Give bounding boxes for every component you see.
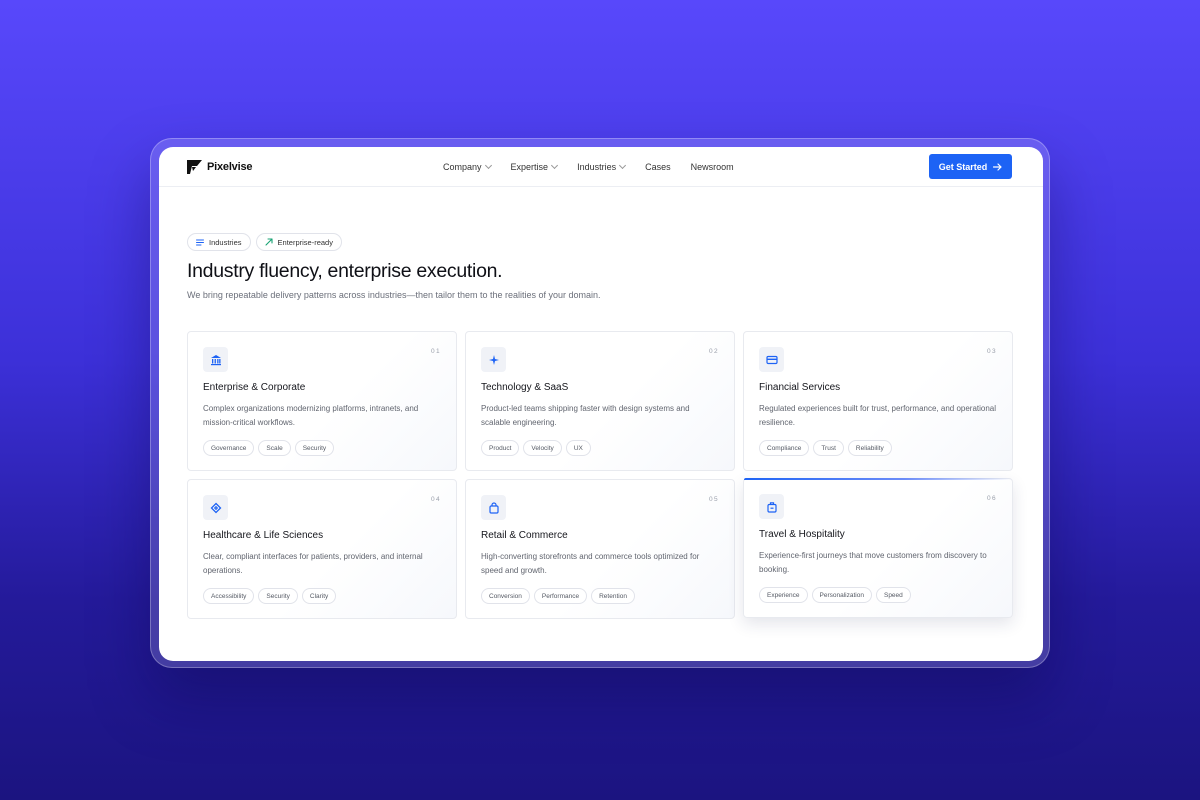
card-tags: Experience Personalization Speed bbox=[759, 587, 911, 603]
industry-card-technology[interactable]: 02 Technology & SaaS Product-led teams s… bbox=[465, 331, 735, 471]
nav-item-expertise[interactable]: Expertise bbox=[510, 161, 559, 172]
arrow-right-icon bbox=[993, 162, 1002, 171]
tag: UX bbox=[565, 440, 591, 456]
tag: Security bbox=[258, 588, 298, 604]
card-tags: Governance Scale Security bbox=[203, 440, 335, 456]
chevron-down-icon bbox=[619, 161, 627, 170]
health-icon bbox=[210, 502, 221, 513]
industry-card-retail[interactable]: 05 Retail & Commerce High-converting sto… bbox=[465, 479, 735, 619]
card-description: Experience-first journeys that move cust… bbox=[759, 551, 987, 574]
pill-label: Enterprise-ready bbox=[277, 237, 333, 247]
industry-card-travel[interactable]: 06 Travel & Hospitality Experience-first… bbox=[743, 478, 1013, 618]
card-icon-box bbox=[203, 495, 228, 520]
brand-logo[interactable]: Pixelvise bbox=[187, 159, 252, 175]
card-description: Clear, compliant interfaces for patients… bbox=[203, 552, 423, 575]
card-icon-box bbox=[759, 494, 784, 519]
card-title: Travel & Hospitality bbox=[759, 529, 845, 540]
card-tags: Accessibility Security Clarity bbox=[203, 588, 337, 604]
get-started-label: Get Started bbox=[938, 161, 988, 172]
nav-item-industries[interactable]: Industries bbox=[577, 161, 627, 172]
card-title: Healthcare & Life Sciences bbox=[203, 530, 324, 541]
section-pills: Industries Enterprise-ready bbox=[187, 233, 1013, 251]
main-menu: Company Expertise Industries Cases Newsr… bbox=[443, 147, 734, 187]
browser-window: Pixelvise Company Expertise Industries C… bbox=[159, 147, 1043, 661]
nav-item-company[interactable]: Company bbox=[443, 161, 492, 172]
chevron-down-icon bbox=[551, 161, 559, 170]
pill-enterprise-ready: Enterprise-ready bbox=[255, 233, 342, 251]
brand-name: Pixelvise bbox=[207, 161, 253, 173]
trend-up-icon bbox=[264, 238, 273, 246]
pixelvise-logo-icon bbox=[187, 160, 202, 174]
tag: Product bbox=[481, 440, 520, 456]
card-description: Product-led teams shipping faster with d… bbox=[481, 404, 690, 427]
list-icon bbox=[196, 239, 204, 245]
tag: Governance bbox=[203, 440, 255, 456]
industry-card-grid: 01 Enterprise & Corporate Complex organi… bbox=[187, 331, 1013, 619]
tag: Performance bbox=[533, 588, 588, 604]
card-number: 04 bbox=[430, 496, 441, 503]
card-number: 05 bbox=[708, 496, 719, 503]
tag: Conversion bbox=[481, 588, 530, 604]
section-subtitle: We bring repeatable delivery patterns ac… bbox=[187, 290, 601, 301]
nav-item-label: Expertise bbox=[510, 162, 549, 172]
tag: Retention bbox=[591, 588, 635, 604]
get-started-button[interactable]: Get Started bbox=[929, 154, 1012, 179]
nav-item-cases[interactable]: Cases bbox=[645, 162, 671, 172]
section-title: Industry fluency, enterprise execution. bbox=[187, 260, 503, 282]
card-title: Financial Services bbox=[759, 382, 841, 393]
industry-card-financial[interactable]: 03 Financial Services Regulated experien… bbox=[743, 331, 1013, 471]
card-description: Complex organizations modernizing platfo… bbox=[203, 404, 419, 427]
sparkle-icon bbox=[488, 354, 499, 365]
tag: Personalization bbox=[811, 587, 872, 603]
nav-item-label: Company bbox=[443, 162, 482, 172]
tag: Accessibility bbox=[203, 588, 255, 604]
tag: Speed bbox=[875, 587, 911, 603]
card-tags: Conversion Performance Retention bbox=[481, 588, 635, 604]
shopping-bag-icon bbox=[488, 501, 499, 514]
nav-item-label: Cases bbox=[645, 162, 671, 172]
pill-industries: Industries bbox=[187, 233, 251, 251]
card-icon-box bbox=[759, 347, 784, 372]
tag: Reliability bbox=[847, 440, 892, 456]
industries-section: Industries Enterprise-ready Industry flu… bbox=[187, 233, 1013, 619]
card-icon-box bbox=[203, 347, 228, 372]
browser-frame: Pixelvise Company Expertise Industries C… bbox=[150, 138, 1050, 668]
card-tags: Compliance Trust Reliability bbox=[759, 440, 892, 456]
card-description: Regulated experiences built for trust, p… bbox=[759, 404, 997, 427]
card-number: 01 bbox=[430, 348, 441, 355]
tag: Experience bbox=[759, 587, 808, 603]
card-title: Enterprise & Corporate bbox=[203, 382, 306, 393]
industry-card-healthcare[interactable]: 04 Healthcare & Life Sciences Clear, com… bbox=[187, 479, 457, 619]
card-icon-box bbox=[481, 495, 506, 520]
tag: Clarity bbox=[301, 588, 337, 604]
top-navbar: Pixelvise Company Expertise Industries C… bbox=[159, 147, 1043, 187]
tag: Scale bbox=[258, 440, 291, 456]
industry-card-enterprise[interactable]: 01 Enterprise & Corporate Complex organi… bbox=[187, 331, 457, 471]
nav-item-newsroom[interactable]: Newsroom bbox=[691, 162, 734, 172]
luggage-icon bbox=[766, 501, 777, 513]
card-title: Retail & Commerce bbox=[481, 530, 568, 541]
card-number: 06 bbox=[986, 495, 997, 502]
tag: Security bbox=[294, 440, 335, 456]
credit-card-icon bbox=[765, 355, 778, 364]
card-tags: Product Velocity UX bbox=[481, 440, 591, 456]
card-number: 02 bbox=[708, 348, 719, 355]
chevron-down-icon bbox=[484, 161, 492, 170]
tag: Compliance bbox=[759, 440, 810, 456]
bank-icon bbox=[210, 354, 221, 365]
pill-label: Industries bbox=[209, 237, 242, 247]
tag: Velocity bbox=[523, 440, 562, 456]
card-icon-box bbox=[481, 347, 506, 372]
card-number: 03 bbox=[986, 348, 997, 355]
nav-item-label: Newsroom bbox=[690, 162, 734, 172]
tag: Trust bbox=[813, 440, 844, 456]
card-title: Technology & SaaS bbox=[481, 382, 569, 393]
card-description: High-converting storefronts and commerce… bbox=[481, 552, 700, 575]
nav-item-label: Industries bbox=[577, 162, 617, 172]
